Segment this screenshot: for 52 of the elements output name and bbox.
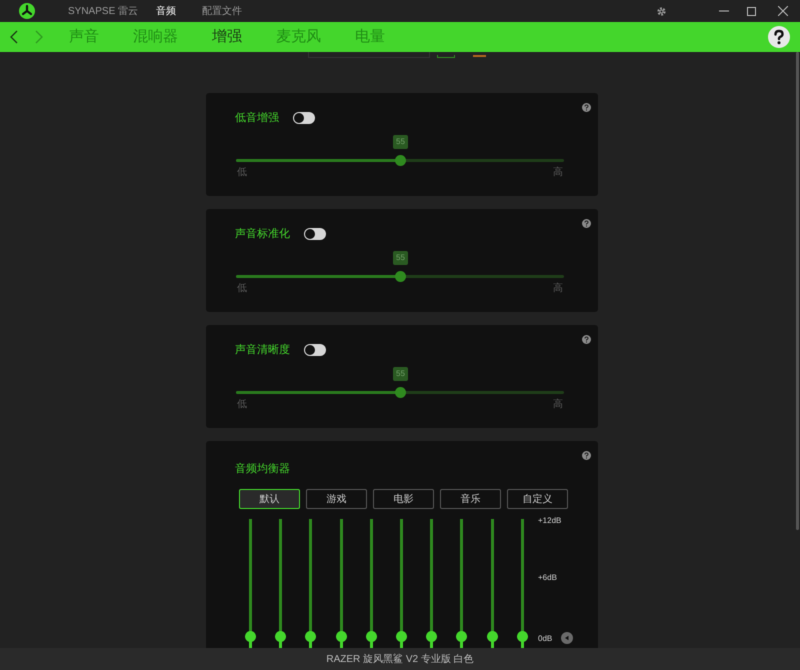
app-name: SYNAPSE 雷云 — [68, 4, 138, 18]
slider-thumb[interactable] — [516, 631, 528, 642]
scale-label: 0dB — [538, 633, 552, 645]
preset-button[interactable]: 音乐 — [440, 489, 501, 509]
toggle-switch[interactable] — [304, 228, 326, 240]
preset-button[interactable]: 电影 — [373, 489, 434, 509]
close-icon[interactable] — [778, 6, 788, 16]
collapse-icon[interactable] — [561, 632, 573, 644]
settings-icon[interactable] — [656, 6, 667, 16]
slider-max-label: 高 — [553, 282, 563, 296]
slider-thumb[interactable] — [275, 631, 286, 642]
slider-thumb[interactable] — [456, 631, 468, 642]
minimize-icon[interactable] — [719, 10, 729, 12]
slider-value: 55 — [393, 251, 408, 265]
slider-max-label: 高 — [553, 398, 563, 412]
slider-thumb[interactable] — [366, 631, 377, 642]
slider-thumb[interactable] — [395, 155, 406, 166]
preset-button[interactable]: 默认 — [239, 489, 300, 509]
preset-button[interactable]: 自定义 — [507, 489, 568, 509]
slider-min-label: 低 — [237, 282, 247, 296]
scale-label: +6dB — [538, 572, 557, 584]
top-tab[interactable]: 音频 — [156, 4, 176, 18]
slider-thumb[interactable] — [245, 631, 256, 642]
help-icon[interactable] — [768, 26, 790, 48]
cut-off-mark — [437, 55, 455, 58]
device-name: RAZER 旋风黑鲨 V2 专业版 白色 — [326, 652, 474, 666]
slider-thumb[interactable] — [486, 631, 498, 642]
slider-value: 55 — [393, 367, 408, 381]
scale-label: +12dB — [538, 515, 562, 527]
slider-thumb[interactable] — [305, 631, 316, 642]
setting-title: 低音增强 — [235, 110, 279, 126]
slider-min-label: 低 — [237, 166, 247, 180]
toggle-switch[interactable] — [304, 344, 326, 356]
slider-thumb[interactable] — [395, 387, 406, 398]
slider-min-label: 低 — [237, 398, 247, 412]
slider-thumb[interactable] — [336, 631, 347, 642]
equalizer-title: 音频均衡器 — [235, 462, 290, 477]
slider-value: 55 — [393, 135, 408, 149]
top-tab[interactable]: 配置文件 — [202, 4, 242, 18]
maximize-icon[interactable] — [747, 6, 756, 16]
scrollbar[interactable] — [796, 52, 799, 530]
slider-thumb[interactable] — [426, 631, 438, 642]
preset-button[interactable]: 游戏 — [306, 489, 367, 509]
slider-thumb[interactable] — [395, 271, 406, 282]
setting-title: 声音标准化 — [235, 226, 290, 242]
nav-tab[interactable]: 增强 — [212, 27, 242, 47]
toggle-switch[interactable] — [293, 112, 315, 124]
logo-icon — [19, 3, 35, 19]
cut-off-mark — [473, 55, 486, 57]
slider-max-label: 高 — [553, 166, 563, 180]
setting-title: 声音清晰度 — [235, 342, 290, 358]
slider-thumb[interactable] — [396, 631, 407, 642]
